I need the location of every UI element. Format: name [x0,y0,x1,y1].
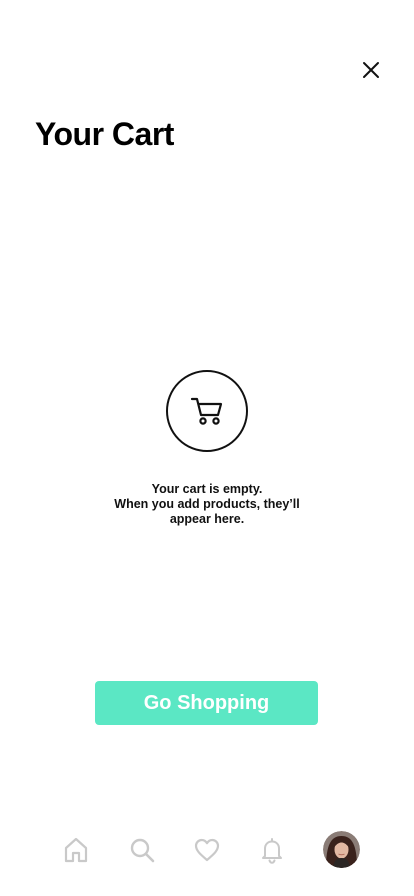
empty-cart-state: Your cart is empty. When you add product… [0,370,414,527]
empty-message-line-2: When you add products, they’ll [114,497,300,511]
shopping-cart-icon [190,397,223,425]
tab-notifications[interactable] [256,834,288,866]
go-shopping-button[interactable]: Go Shopping [95,681,318,725]
close-icon [363,62,379,78]
tab-favorites[interactable] [191,834,223,866]
cart-screen: Your Cart Your cart is empty. When you a… [0,0,414,896]
empty-message-line-3: appear here. [169,512,245,526]
bottom-tab-bar [0,828,414,872]
cart-icon-circle [166,370,248,452]
avatar-image [323,831,360,868]
tab-home[interactable] [60,834,92,866]
empty-cart-message: Your cart is empty. When you add product… [114,482,299,527]
empty-message-line-1: Your cart is empty. [151,482,263,496]
tab-search[interactable] [126,834,158,866]
profile-avatar[interactable] [323,831,360,868]
search-icon [130,838,155,863]
bell-icon [262,838,282,864]
close-button[interactable] [357,56,385,84]
page-title: Your Cart [35,116,174,152]
home-icon [64,837,88,863]
heart-icon [194,838,220,862]
